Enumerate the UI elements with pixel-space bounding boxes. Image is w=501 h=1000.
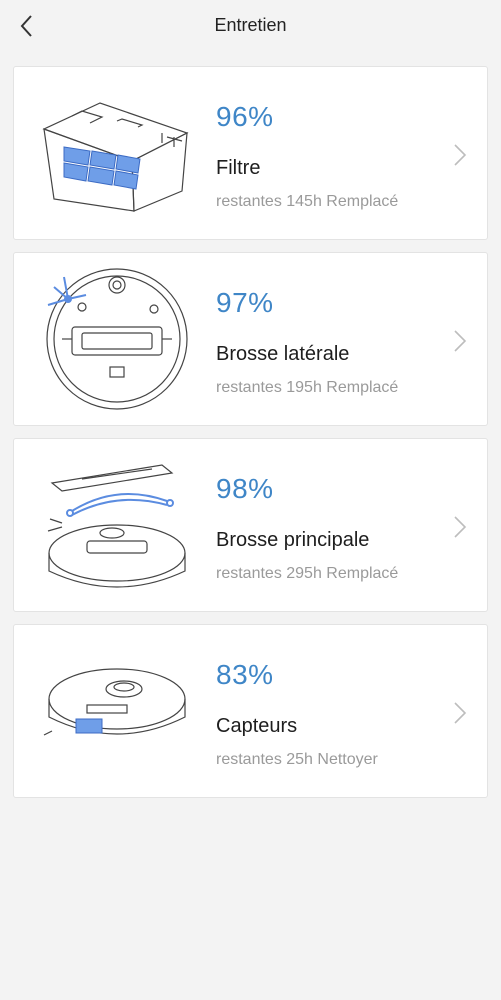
sensors-percent: 83%	[216, 659, 274, 690]
sensors-remaining: restantes 25h Nettoyer	[216, 751, 378, 768]
sensors-label: Capteurs	[216, 715, 298, 737]
filter-percent: 96%	[216, 101, 274, 132]
maintenance-item-side-brush[interactable]: 97% Brosse latérale restantes 195h Rempl…	[13, 252, 488, 426]
page-title: Entretien	[214, 15, 287, 35]
maintenance-item-sensors[interactable]: 83% Capteurs restantes 25h Nettoyer	[13, 624, 488, 798]
main-brush-remaining: restantes 295h Remplacé	[216, 565, 399, 582]
main-brush-percent: 98%	[216, 473, 274, 504]
top-bar: Entretien	[0, 0, 501, 54]
filter-illustration	[42, 102, 189, 212]
main-brush-illustration	[47, 464, 186, 588]
side-brush-label: Brosse latérale	[216, 343, 350, 365]
side-brush-percent: 97%	[216, 287, 274, 318]
chevron-right-icon	[454, 330, 467, 352]
side-brush-illustration	[46, 268, 188, 410]
chevron-right-icon	[454, 144, 467, 166]
side-brush-remaining: restantes 195h Remplacé	[216, 379, 399, 396]
chevron-right-icon	[454, 702, 467, 724]
main-brush-label: Brosse principale	[216, 529, 370, 551]
sensors-illustration	[43, 668, 186, 736]
maintenance-item-main-brush[interactable]: 98% Brosse principale restantes 295h Rem…	[13, 438, 488, 612]
chevron-right-icon	[454, 516, 467, 538]
maintenance-item-filter[interactable]: 96% Filtre restantes 145h Remplacé	[13, 66, 488, 240]
filter-remaining: restantes 145h Remplacé	[216, 193, 399, 210]
filter-label: Filtre	[216, 157, 261, 179]
